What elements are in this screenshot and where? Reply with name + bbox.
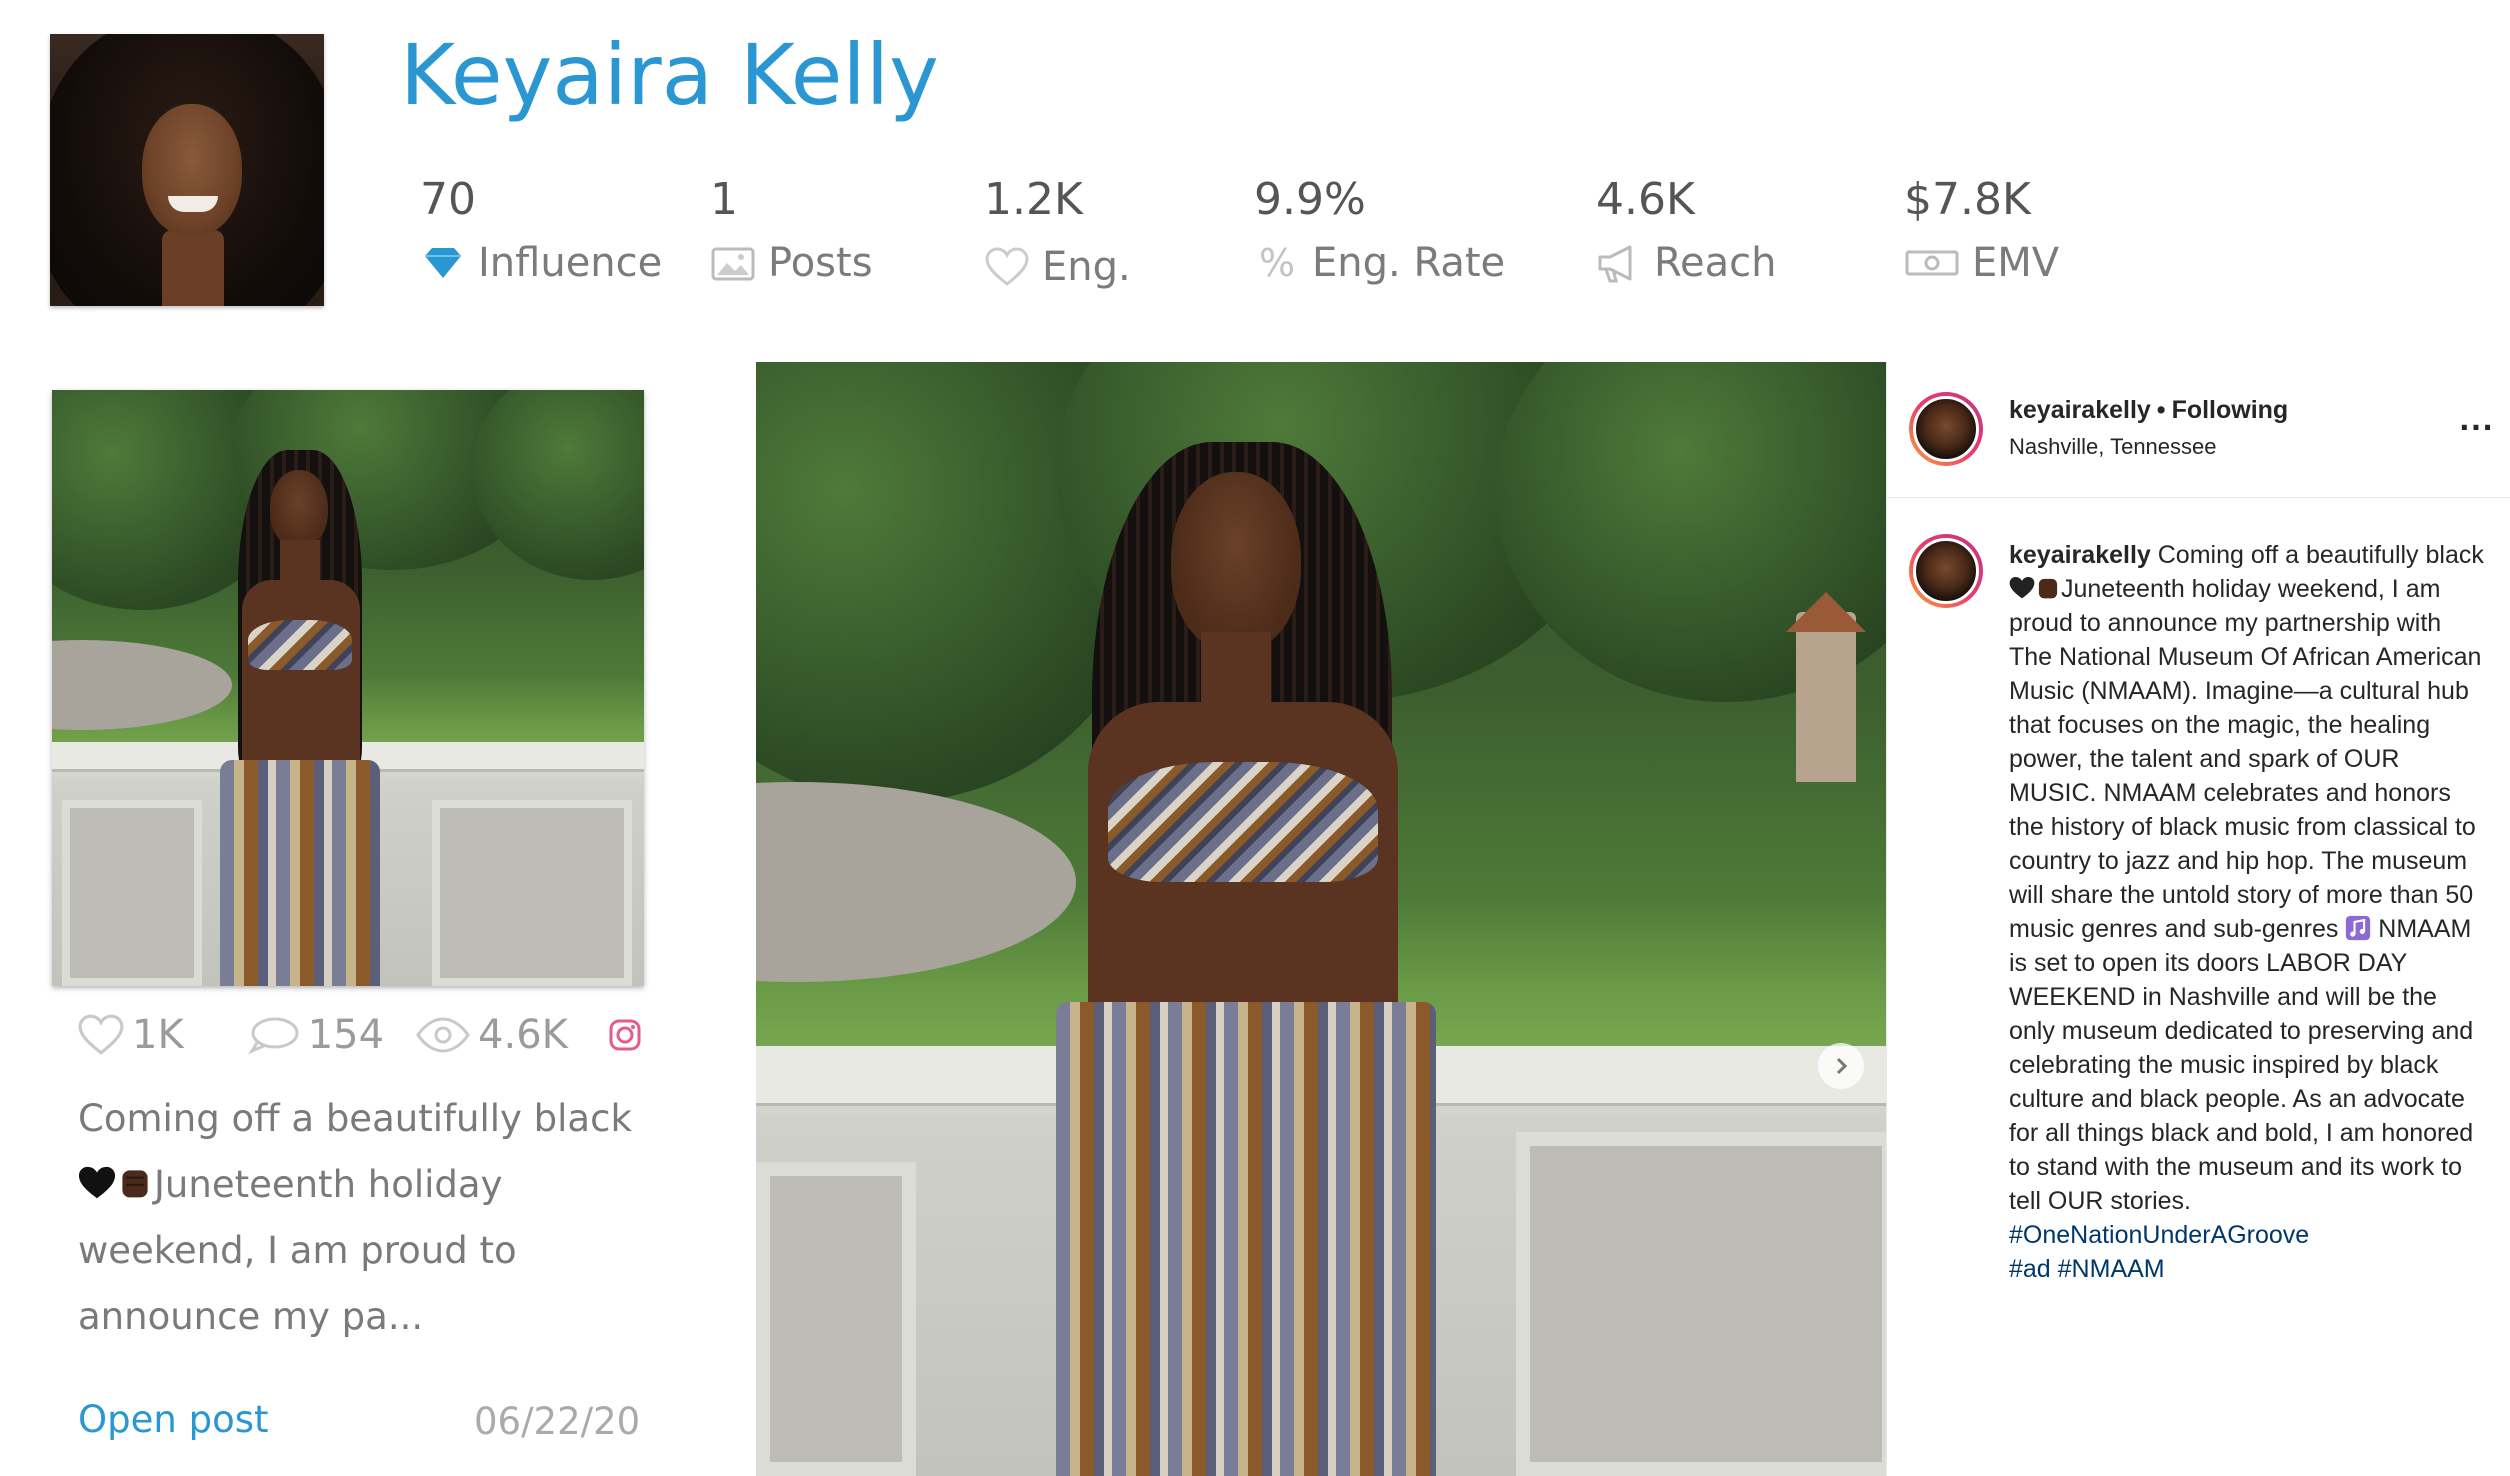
caption-hashtags-2[interactable]: #ad #NMAAM bbox=[2009, 1255, 2165, 1283]
next-image-button[interactable] bbox=[1818, 1043, 1864, 1089]
post-metrics: 1K 154 4.6K bbox=[78, 1012, 642, 1058]
stat-engagement-rate: 9.9% % Eng. Rate bbox=[1254, 174, 1506, 287]
image-icon bbox=[710, 241, 756, 285]
follow-status[interactable]: Following bbox=[2172, 396, 2289, 424]
stat-engagement-label: Eng. bbox=[1042, 244, 1131, 290]
stat-reach: 4.6K Reach bbox=[1596, 174, 1777, 287]
profile-avatar bbox=[50, 34, 324, 306]
post-views-count: 4.6K bbox=[478, 1012, 568, 1058]
post-caption-line-1: Coming off a beautifully black bbox=[78, 1097, 632, 1140]
post-comments-count: 154 bbox=[307, 1012, 385, 1058]
post-caption-line-2: Juneteenth holiday bbox=[154, 1163, 503, 1206]
raised-fist-icon bbox=[2038, 578, 2058, 599]
influencer-name: Keyaira Kelly bbox=[400, 26, 939, 124]
post-likes-count: 1K bbox=[132, 1012, 184, 1058]
heart-icon bbox=[78, 1014, 124, 1056]
stat-influence-value: 70 bbox=[420, 174, 476, 225]
stat-emv-label: EMV bbox=[1972, 240, 2060, 286]
eye-icon bbox=[416, 1017, 470, 1053]
stat-posts: 1 Posts bbox=[710, 174, 873, 287]
stat-emv: $7.8K EMV bbox=[1904, 174, 2060, 287]
diamond-icon bbox=[420, 241, 466, 285]
stat-reach-label: Reach bbox=[1654, 240, 1777, 286]
stat-engagement-rate-label: Eng. Rate bbox=[1312, 240, 1506, 286]
stat-engagement: 1.2K Eng. bbox=[984, 174, 1131, 291]
instagram-location[interactable]: Nashville, Tennessee bbox=[2009, 434, 2217, 460]
post-likes: 1K bbox=[78, 1012, 184, 1058]
caption-username[interactable]: keyairakelly bbox=[2009, 541, 2151, 569]
music-notes-icon bbox=[2346, 915, 2371, 941]
instagram-post-panel: keyairakelly • Following Nashville, Tennes… bbox=[1886, 362, 2510, 1476]
post-comments: 154 bbox=[248, 1012, 384, 1058]
post-caption-line-4: announce my pa... bbox=[78, 1295, 424, 1338]
black-heart-icon bbox=[78, 1166, 116, 1199]
instagram-username[interactable]: keyairakelly bbox=[2009, 396, 2151, 424]
raised-fist-icon bbox=[122, 1170, 148, 1198]
instagram-icon[interactable] bbox=[608, 1018, 642, 1052]
post-date: 06/22/20 bbox=[474, 1400, 641, 1443]
chevron-right-icon bbox=[1836, 1057, 1848, 1075]
open-post-link[interactable]: Open post bbox=[78, 1398, 269, 1441]
instagram-avatar[interactable] bbox=[1909, 392, 1983, 466]
caption-avatar[interactable] bbox=[1909, 534, 1983, 608]
post-caption-line-3: weekend, I am proud to bbox=[78, 1229, 517, 1272]
caption-hashtag[interactable]: #OneNationUnderAGroove bbox=[2009, 1221, 2309, 1249]
post-photo[interactable] bbox=[756, 362, 1886, 1476]
stat-posts-value: 1 bbox=[710, 174, 738, 225]
caption-text-b: Juneteenth holiday weekend, I am proud t… bbox=[2009, 575, 2482, 943]
caption-text-c: NMAAM is set to open its doors LABOR DAY… bbox=[2009, 915, 2474, 1215]
post-views: 4.6K bbox=[416, 1012, 568, 1058]
post-caption: Coming off a beautifully black Juneteent… bbox=[78, 1086, 638, 1350]
more-options-icon[interactable]: ... bbox=[2459, 404, 2494, 437]
stat-engagement-value: 1.2K bbox=[984, 174, 1083, 225]
heart-icon bbox=[984, 245, 1030, 289]
comment-icon bbox=[248, 1015, 300, 1055]
megaphone-icon bbox=[1596, 241, 1642, 285]
stat-influence: 70 Influence bbox=[420, 174, 663, 287]
caption-text-a: Coming off a beautifully black bbox=[2157, 541, 2484, 569]
stat-influence-label: Influence bbox=[478, 240, 663, 286]
percent-icon: % bbox=[1258, 241, 1296, 285]
stat-posts-label: Posts bbox=[768, 240, 873, 286]
instagram-caption: keyairakelly Coming off a beautifully bl… bbox=[2009, 538, 2489, 1286]
stat-emv-value: $7.8K bbox=[1904, 174, 2031, 225]
black-heart-icon bbox=[2009, 576, 2035, 599]
instagram-post-header: keyairakelly • Following Nashville, Tennes… bbox=[1887, 362, 2510, 498]
post-thumbnail[interactable] bbox=[52, 390, 644, 986]
money-icon bbox=[1904, 241, 1960, 285]
stat-reach-value: 4.6K bbox=[1596, 174, 1695, 225]
stat-engagement-rate-value: 9.9% bbox=[1254, 174, 1366, 225]
